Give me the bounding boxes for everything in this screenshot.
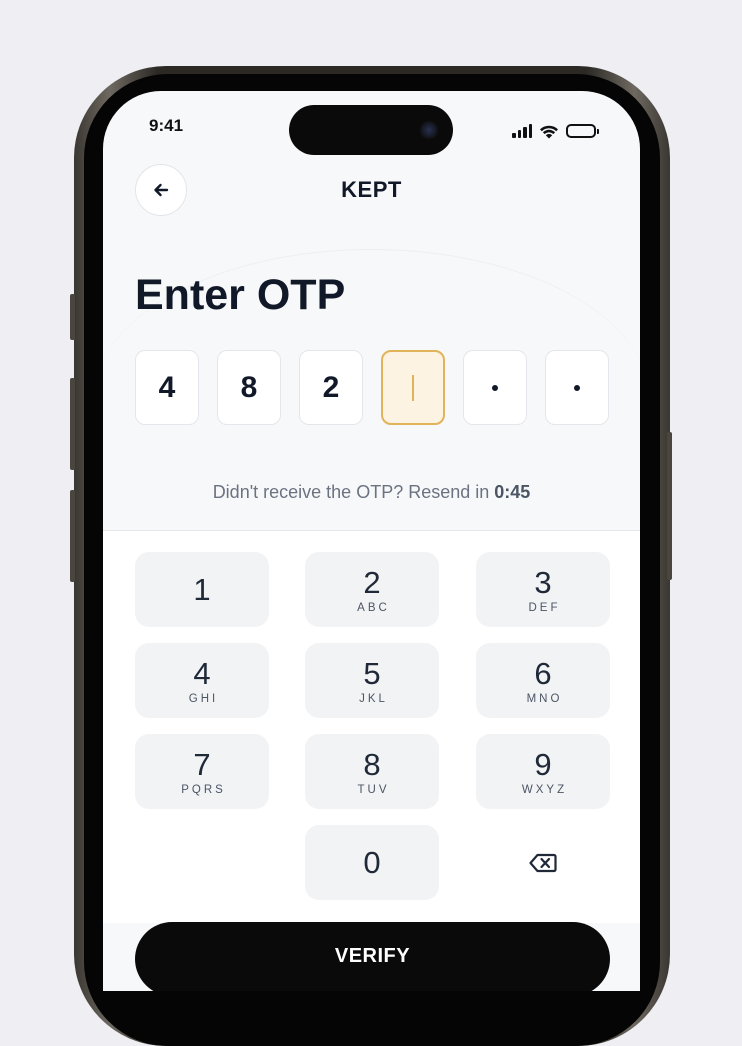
key-9[interactable]: 9 WXYZ [476,734,610,809]
key-number: 9 [534,746,552,782]
status-time: 9:41 [149,116,184,135]
key-letters: MNO [526,692,563,705]
backspace-icon [529,853,557,872]
key-0[interactable]: 0 [305,825,439,900]
empty-dot-icon [492,384,498,391]
otp-digit-4[interactable] [381,350,445,425]
keypad: 1 2 ABC 3 DEF 4 GHI 5 JKL 6 MNO 7 PQRS 8… [103,530,640,923]
key-number: 3 [534,564,552,600]
key-5[interactable]: 5 JKL [305,643,439,718]
key-letters: TUV [357,783,390,796]
key-2[interactable]: 2 ABC [305,552,439,627]
key-letters: DEF [528,601,561,614]
key-letters: GHI [188,692,219,705]
key-letters: ABC [357,601,390,614]
otp-digit-5[interactable] [463,350,527,425]
battery-icon [566,124,599,138]
key-number: 7 [193,746,211,782]
key-3[interactable]: 3 DEF [476,552,610,627]
key-number: 6 [534,655,552,691]
camera-icon [419,120,439,140]
otp-digit-2[interactable]: 8 [217,350,281,425]
key-number: 5 [363,655,381,691]
key-number: 1 [193,571,211,607]
otp-digit-3[interactable]: 2 [299,350,363,425]
key-letters: JKL [359,692,388,705]
key-6[interactable]: 6 MNO [476,643,610,718]
resend-text: Didn't receive the OTP? Resend in 0:45 [103,482,640,503]
key-number: 0 [363,844,381,880]
key-number: 4 [193,655,211,691]
resend-countdown: 0:45 [494,482,531,502]
key-letters: PQRS [181,783,226,796]
power-button [667,432,672,580]
wifi-icon [540,125,558,138]
text-cursor [412,374,414,401]
status-icons [512,121,599,141]
key-8[interactable]: 8 TUV [305,734,439,809]
action-button [70,294,75,340]
volume-down-button [70,490,75,582]
verify-button[interactable]: VERIFY [135,922,610,991]
resend-prefix: Didn't receive the OTP? Resend in [212,482,490,502]
key-1[interactable]: 1 [135,552,269,627]
app-title: KEPT [341,177,402,202]
volume-up-button [70,378,75,470]
key-letters: WXYZ [521,783,568,796]
otp-digit-6[interactable] [545,350,609,425]
app-screen: 9:41 KEPT Enter OTP 4 8 2 Didn't receive… [103,91,640,991]
key-7[interactable]: 7 PQRS [135,734,269,809]
key-4[interactable]: 4 GHI [135,643,269,718]
page-title: Enter OTP [135,271,346,319]
key-number: 8 [363,746,381,782]
key-number: 2 [363,564,381,600]
empty-dot-icon [574,384,580,391]
dynamic-island [289,105,453,155]
backspace-button[interactable] [476,825,610,900]
signal-icon [512,124,532,138]
otp-digit-1[interactable]: 4 [135,350,199,425]
otp-input-group: 4 8 2 [135,350,609,425]
